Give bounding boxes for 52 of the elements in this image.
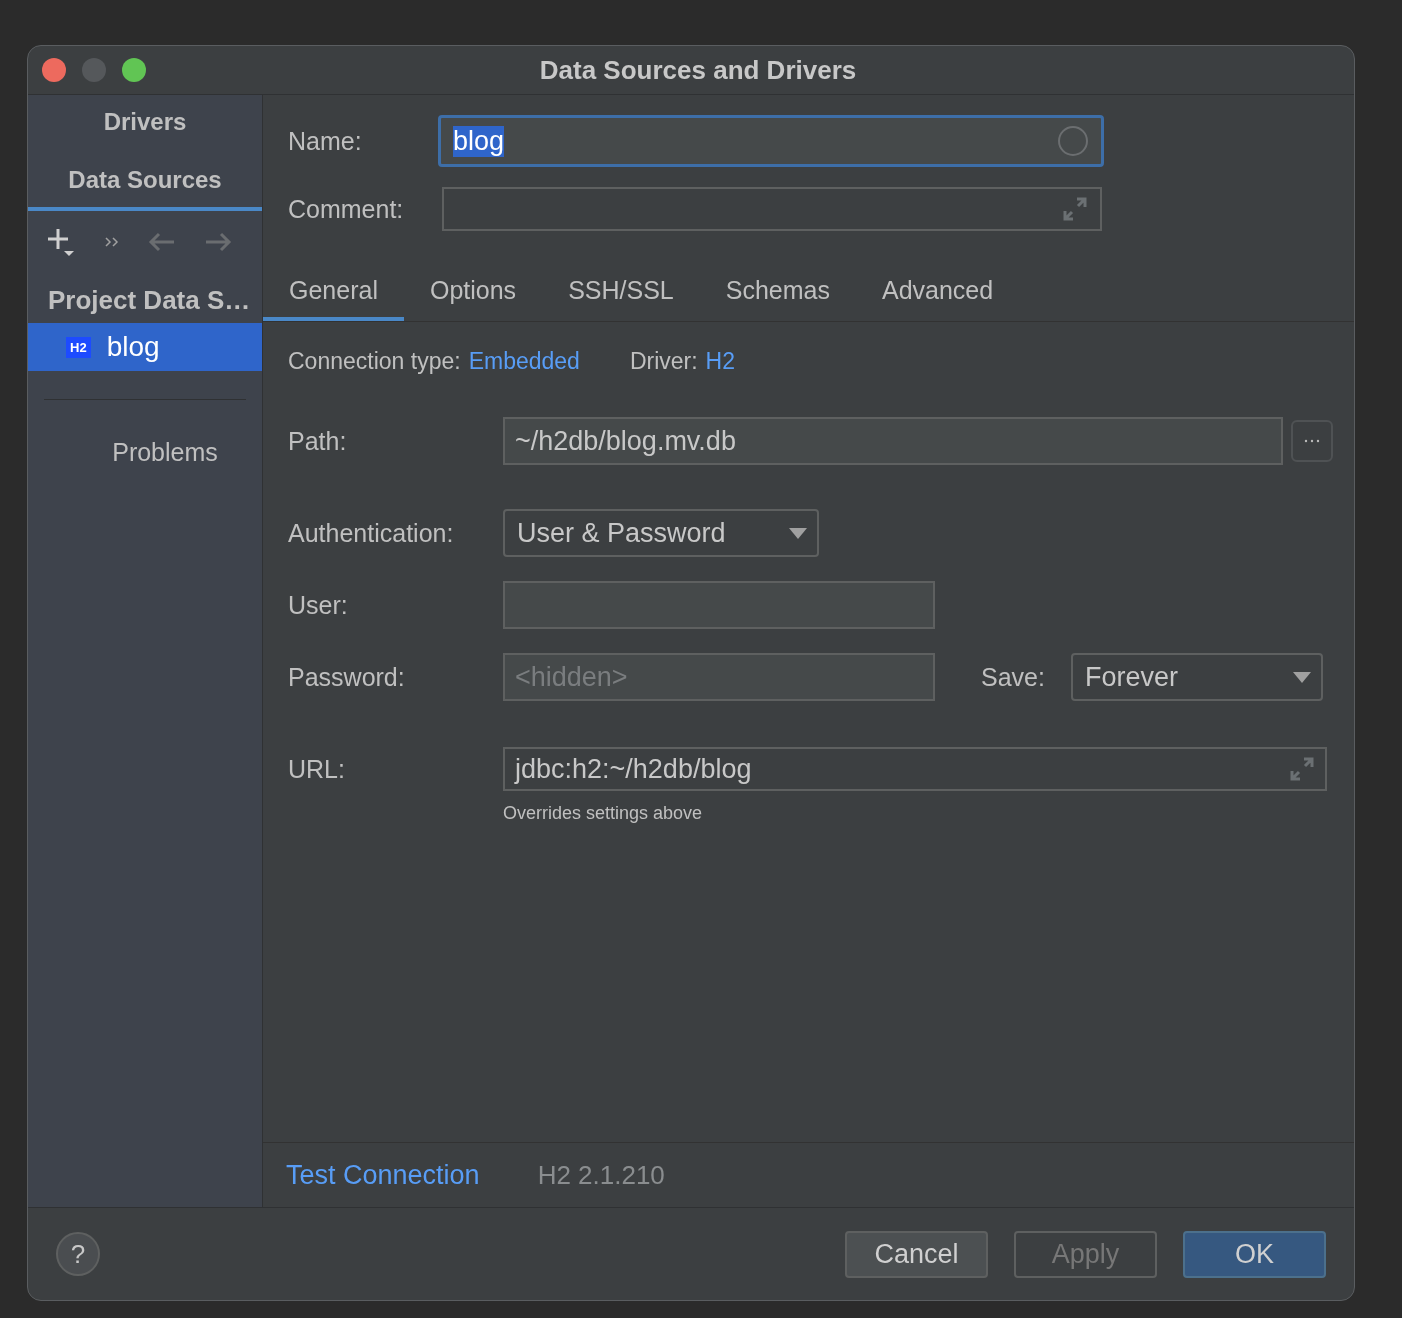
zoom-icon[interactable]	[122, 58, 146, 82]
field-label: Comment:	[288, 194, 405, 224]
sidebar-tab[interactable]: Drivers	[28, 95, 262, 153]
dialog-button[interactable]: OK	[1183, 1230, 1326, 1278]
url-field[interactable]: jdbc:h2:~/h2db/blog	[503, 747, 1327, 791]
path-field[interactable]: ~/h2db/blog.mv.db	[503, 417, 1283, 465]
field-label: Password:	[288, 662, 406, 692]
close-icon[interactable]	[42, 58, 66, 82]
field-label: Name:	[288, 126, 363, 156]
add-icon[interactable]	[46, 227, 76, 257]
database-badge: H2	[66, 336, 91, 358]
forward-arrow-icon[interactable]	[204, 232, 232, 252]
field-label: URL:	[288, 753, 346, 784]
name-field[interactable]: blog	[438, 115, 1104, 167]
data-source-name: blog	[106, 331, 160, 363]
more-chevrons-icon[interactable]	[104, 236, 120, 248]
dropdown-caret-icon	[1292, 671, 1311, 683]
url-hint: Overrides settings above	[503, 803, 704, 824]
dropdown-caret-icon	[789, 527, 807, 539]
save-dropdown[interactable]: Forever	[1070, 653, 1323, 701]
circle-icon	[1057, 125, 1089, 157]
tab[interactable]: Advanced	[855, 263, 1020, 321]
dialog-button[interactable]: Cancel	[845, 1230, 988, 1278]
back-arrow-icon[interactable]	[148, 232, 176, 252]
field-label: Save:	[981, 662, 1045, 692]
tab[interactable]: Options	[403, 263, 543, 321]
authentication-dropdown[interactable]: User & Password	[503, 509, 819, 557]
browse-button[interactable]	[1291, 420, 1333, 462]
group-header: Project Data S…	[47, 284, 252, 317]
help-button[interactable]: ?	[56, 1232, 100, 1276]
field-label: Connection type:	[288, 348, 461, 375]
ellipsis-icon	[1304, 439, 1320, 443]
problems-item[interactable]: Problems	[28, 400, 262, 467]
field-label: Driver:	[629, 348, 698, 375]
connection-type-link[interactable]: Embedded	[468, 348, 580, 375]
field-label: User:	[288, 590, 349, 620]
field-label: Path:	[288, 426, 348, 456]
expand-icon[interactable]	[1062, 196, 1088, 222]
sidebar-tab[interactable]: Data Sources	[28, 153, 262, 211]
expand-icon[interactable]	[1289, 756, 1315, 782]
tab[interactable]: SSH/SSL	[542, 263, 700, 321]
user-field[interactable]	[503, 581, 935, 629]
test-connection-link[interactable]: Test Connection	[286, 1159, 480, 1191]
minimize-icon[interactable]	[82, 58, 106, 82]
tab[interactable]: Schemas	[699, 263, 856, 321]
window-title: Data Sources and Drivers	[539, 54, 857, 86]
field-label: Authentication:	[288, 517, 455, 548]
driver-version: H2 2.1.210	[537, 1159, 665, 1191]
comment-field[interactable]	[442, 187, 1102, 231]
data-source-item[interactable]: H2 blog	[28, 323, 262, 371]
tab[interactable]: General	[263, 263, 404, 321]
driver-link[interactable]: H2	[705, 348, 735, 375]
